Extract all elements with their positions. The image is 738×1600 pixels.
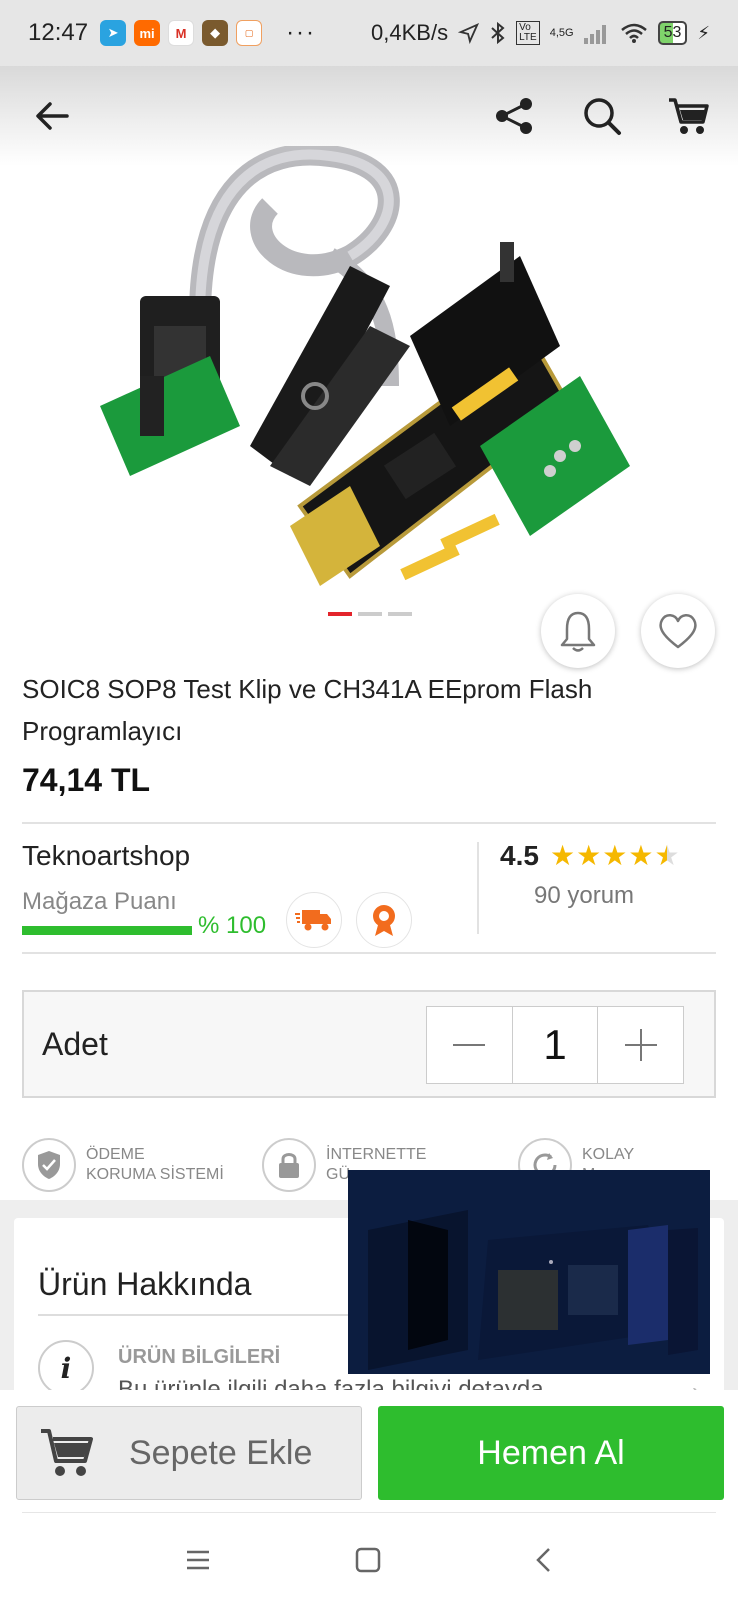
signal-icon: [583, 25, 606, 44]
home-square-icon: [355, 1547, 381, 1573]
menu-button[interactable]: [178, 1540, 218, 1580]
bell-icon: [560, 611, 596, 652]
award-icon: [373, 905, 395, 936]
star-icon: ★: [628, 840, 654, 871]
shield-icon: [22, 1138, 76, 1192]
heart-icon: [659, 614, 697, 649]
location-icon: [458, 22, 480, 44]
gmail-icon: M: [168, 20, 195, 46]
store-score-bar: [22, 926, 192, 935]
star-icon: ★: [602, 840, 628, 871]
guarantee-line2: KORUMA SİSTEMİ: [86, 1166, 224, 1183]
product-price: 74,14 TL: [22, 762, 151, 798]
game-icon: ◆: [202, 20, 229, 46]
store-name[interactable]: Teknoartshop: [22, 840, 190, 872]
minus-icon: [453, 1044, 486, 1046]
search-button[interactable]: [580, 94, 624, 138]
plus-icon: [624, 1029, 657, 1061]
battery-indicator: 53: [657, 21, 688, 45]
quantity-value[interactable]: 1: [511, 1007, 599, 1083]
store-score-label: Mağaza Puanı: [22, 888, 177, 915]
notification-icons: ➤ mi M ◆ ▢: [100, 20, 263, 46]
add-to-cart-label: Sepete Ekle: [129, 1433, 313, 1472]
lock-icon: [262, 1138, 316, 1192]
floating-video-player[interactable]: [348, 1170, 710, 1374]
product-title: SOIC8 SOP8 Test Klip ve CH341A EEprom Fl…: [22, 674, 593, 746]
status-time: 12:47: [28, 19, 89, 46]
divider: [22, 952, 716, 954]
video-frame: [348, 1170, 710, 1374]
review-count[interactable]: 90 yorum: [534, 882, 634, 910]
buy-now-button[interactable]: Hemen Al: [378, 1406, 724, 1500]
network-speed: 0,4KB/s: [371, 20, 449, 45]
decrease-button[interactable]: [427, 1007, 512, 1083]
shop-icon: ▢: [236, 20, 263, 46]
guarantee-payment-protection[interactable]: ÖDEME KORUMA SİSTEMİ: [22, 1138, 224, 1192]
product-image: [100, 146, 630, 586]
share-button[interactable]: [492, 94, 536, 138]
arrow-left-icon: [36, 102, 69, 130]
rating-value: 4.5: [500, 840, 539, 871]
menu-icon: [187, 1550, 209, 1570]
cart-icon: [41, 1429, 93, 1476]
search-icon: [584, 98, 621, 135]
fast-delivery-badge[interactable]: [286, 892, 342, 948]
back-nav-button[interactable]: [524, 1540, 564, 1580]
home-button[interactable]: [348, 1540, 388, 1580]
star-icon: ★: [576, 840, 602, 871]
info-icon: i: [38, 1340, 94, 1396]
quantity-label: Adet: [42, 1026, 108, 1062]
award-badge[interactable]: [356, 892, 412, 948]
top-toolbar: [0, 66, 738, 166]
wifi-icon: [620, 23, 647, 43]
increase-button[interactable]: [598, 1007, 683, 1083]
bottom-action-bar: Sepete Ekle Hemen Al: [0, 1390, 738, 1510]
cart-button[interactable]: [666, 94, 710, 138]
product-info-heading[interactable]: ÜRÜN BİLGİLERİ: [118, 1346, 280, 1369]
about-title: Ürün Hakkında: [38, 1266, 252, 1302]
back-button[interactable]: [30, 94, 74, 138]
store-score-value: % 100: [198, 912, 267, 939]
pager-dot-active: [328, 612, 352, 616]
guarantee-line1: KOLAY: [582, 1146, 635, 1163]
pager-dot: [388, 612, 412, 616]
network-type: 4,5G: [549, 27, 574, 39]
vertical-divider: [477, 842, 479, 934]
divider: [22, 822, 716, 824]
cart-icon: [669, 98, 709, 134]
image-pager: [328, 612, 412, 616]
star-icon: ★: [550, 840, 576, 871]
store-info: Teknoartshop Mağaza Puanı % 100 4.5 ★ ★ …: [22, 840, 716, 960]
notify-button[interactable]: [541, 594, 615, 668]
system-navigation-bar: [0, 1514, 738, 1600]
share-icon: [496, 98, 532, 134]
half-star-icon: ★: [654, 840, 680, 871]
guarantee-line1: ÖDEME: [86, 1146, 145, 1163]
more-notifications-icon: ···: [286, 19, 317, 46]
product-image-carousel[interactable]: [0, 66, 738, 668]
rating-stars: ★ ★ ★ ★ ★: [550, 840, 680, 872]
chevron-left-icon: [536, 1548, 550, 1572]
favorite-button[interactable]: [641, 594, 715, 668]
truck-icon: [295, 910, 331, 931]
volte-icon: Vo LTE: [516, 21, 540, 45]
add-to-cart-button[interactable]: Sepete Ekle: [16, 1406, 362, 1500]
divider: [22, 1512, 716, 1513]
quantity-stepper: 1: [426, 1006, 684, 1084]
charging-icon: ⚡: [697, 22, 710, 43]
guarantee-line1: İNTERNETTE: [326, 1146, 427, 1163]
pager-dot: [358, 612, 382, 616]
status-bar: 12:47 ➤ mi M ◆ ▢ ··· 0,4KB/s Vo LTE 4,5G …: [0, 0, 738, 66]
bluetooth-icon: [491, 21, 505, 45]
telegram-icon: ➤: [100, 20, 127, 46]
mi-icon: mi: [134, 20, 161, 46]
quantity-selector: Adet 1: [22, 990, 716, 1098]
